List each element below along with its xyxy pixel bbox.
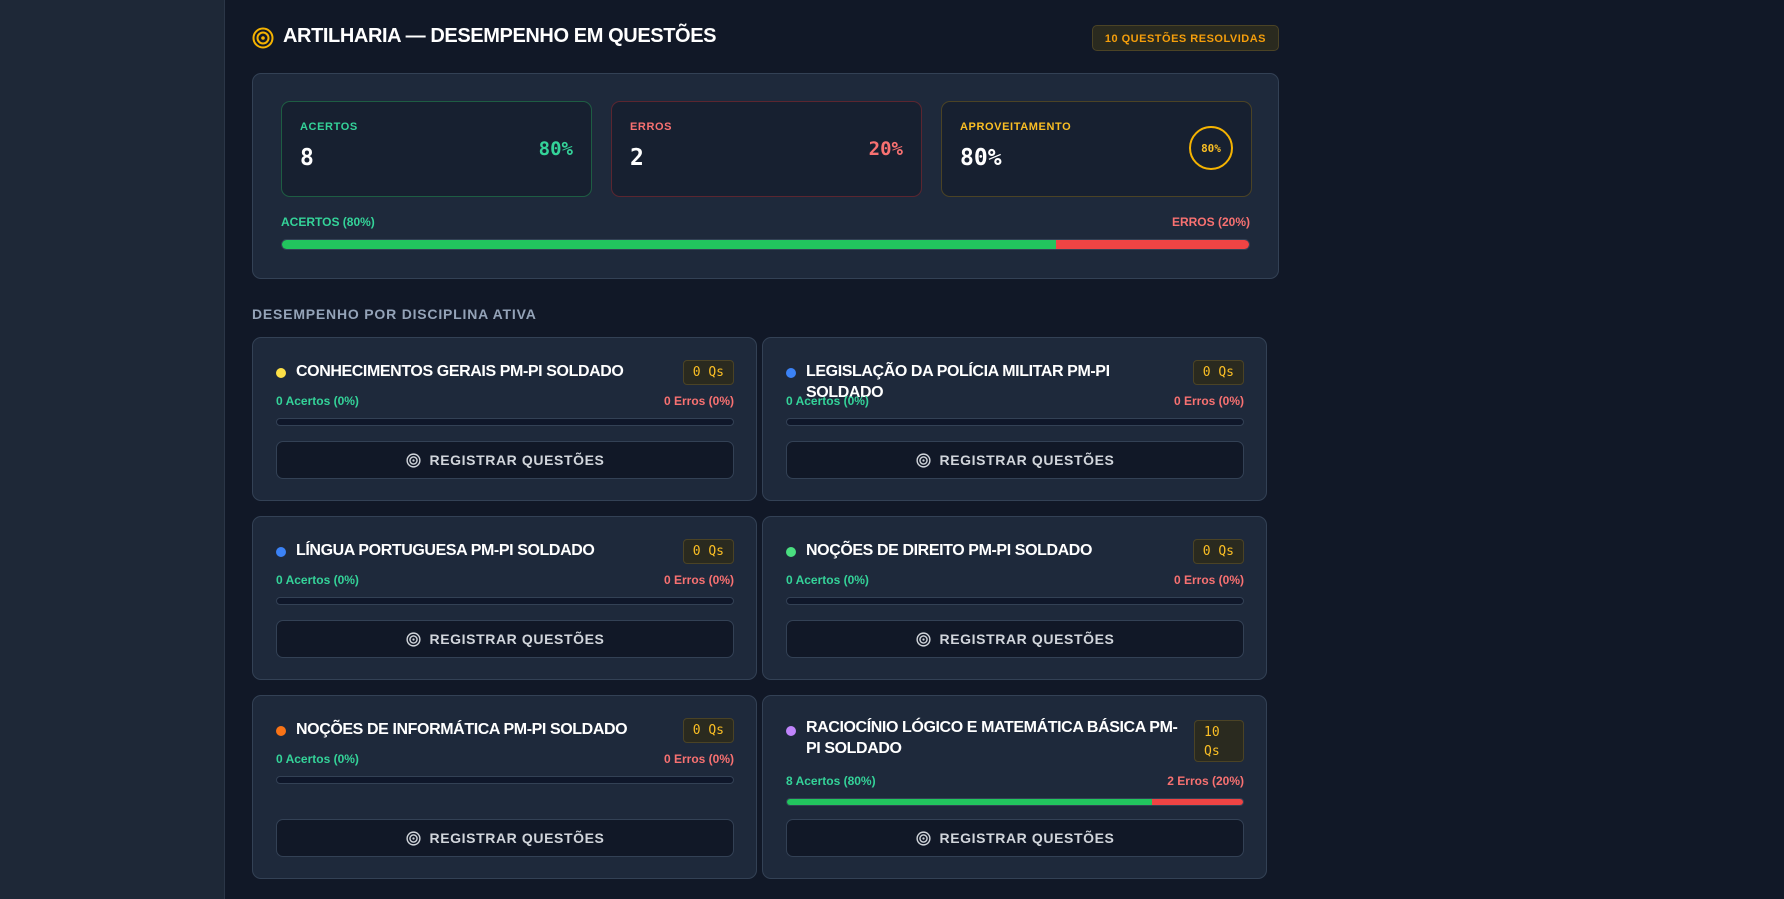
register-questions-button[interactable]: REGISTRAR QUESTÕES bbox=[786, 441, 1244, 479]
rate-card: APROVEITAMENTO 80% 80% bbox=[941, 101, 1252, 197]
rate-value: 80% bbox=[960, 145, 1002, 171]
discipline-errors: 0 Erros (0%) bbox=[1173, 394, 1244, 408]
sidebar bbox=[0, 0, 225, 899]
discipline-progress-bar bbox=[276, 776, 734, 784]
discipline-progress-bar bbox=[276, 597, 734, 605]
discipline-card-raciocinio-logico: RACIOCÍNIO LÓGICO E MATEMÁTICA BÁSICA PM… bbox=[762, 695, 1267, 879]
rate-ring: 80% bbox=[1189, 126, 1233, 170]
overall-errors-segment bbox=[1055, 240, 1249, 249]
discipline-card-nocoes-informatica: NOÇÕES DE INFORMÁTICA PM-PI SOLDADO 0 Qs 0… bbox=[252, 695, 757, 879]
target-icon bbox=[252, 27, 274, 49]
hits-label: ACERTOS bbox=[300, 121, 358, 133]
discipline-title: CONHECIMENTOS GERAIS PM-PI SOLDADO bbox=[296, 363, 624, 380]
legend-hits: ACERTOS (80%) bbox=[281, 215, 375, 229]
register-questions-label: REGISTRAR QUESTÕES bbox=[429, 452, 605, 468]
discipline-errors: 0 Erros (0%) bbox=[663, 752, 734, 766]
section-title: DESEMPENHO POR DISCIPLINA ATIVA bbox=[252, 306, 537, 322]
discipline-hits: 0 Acertos (0%) bbox=[276, 573, 359, 587]
target-icon bbox=[915, 830, 931, 846]
register-questions-label: REGISTRAR QUESTÕES bbox=[429, 830, 605, 846]
questions-solved-badge: 10 QUESTÕES RESOLVIDAS bbox=[1091, 25, 1279, 51]
discipline-hits: 0 Acertos (0%) bbox=[276, 752, 359, 766]
discipline-color-dot bbox=[786, 547, 796, 557]
discipline-errors-segment bbox=[1151, 799, 1243, 805]
discipline-title: LÍNGUA PORTUGUESA PM-PI SOLDADO bbox=[296, 542, 595, 559]
register-questions-button[interactable]: REGISTRAR QUESTÕES bbox=[276, 819, 734, 857]
discipline-card-conhecimentos-gerais: CONHECIMENTOS GERAIS PM-PI SOLDADO 0 Qs 0 … bbox=[252, 337, 757, 501]
discipline-errors: 2 Erros (20%) bbox=[1167, 774, 1244, 788]
discipline-progress-bar bbox=[786, 798, 1244, 806]
question-count-badge: 0 Qs bbox=[682, 539, 734, 564]
discipline-title: NOÇÕES DE INFORMÁTICA PM-PI SOLDADO bbox=[296, 721, 628, 738]
register-questions-button[interactable]: REGISTRAR QUESTÕES bbox=[276, 620, 734, 658]
discipline-title: NOÇÕES DE DIREITO PM-PI SOLDADO bbox=[806, 542, 1092, 559]
register-questions-button[interactable]: REGISTRAR QUESTÕES bbox=[786, 620, 1244, 658]
page-header: ARTILHARIA — DESEMPENHO EM QUESTÕES 10 Q… bbox=[252, 0, 1279, 78]
main-content: ARTILHARIA — DESEMPENHO EM QUESTÕES 10 Q… bbox=[252, 0, 1279, 879]
discipline-color-dot bbox=[786, 368, 796, 378]
summary-panel: ACERTOS 8 80% ERROS 2 20% APROVEITAMENTO… bbox=[252, 73, 1279, 279]
discipline-hits: 0 Acertos (0%) bbox=[786, 573, 869, 587]
discipline-color-dot bbox=[276, 726, 286, 736]
target-icon bbox=[405, 631, 421, 647]
discipline-progress-bar bbox=[276, 418, 734, 426]
hits-percent: 80% bbox=[538, 138, 573, 160]
discipline-color-dot bbox=[786, 726, 796, 736]
errors-percent: 20% bbox=[868, 138, 903, 160]
question-count-badge: 0 Qs bbox=[1192, 360, 1244, 385]
register-questions-label: REGISTRAR QUESTÕES bbox=[939, 452, 1115, 468]
target-icon bbox=[405, 452, 421, 468]
overall-hits-segment bbox=[282, 240, 1056, 249]
discipline-hits: 8 Acertos (80%) bbox=[786, 774, 876, 788]
legend-errors: ERROS (20%) bbox=[1171, 215, 1250, 229]
discipline-color-dot bbox=[276, 368, 286, 378]
register-questions-button[interactable]: REGISTRAR QUESTÕES bbox=[786, 819, 1244, 857]
register-questions-button[interactable]: REGISTRAR QUESTÕES bbox=[276, 441, 734, 479]
discipline-errors: 0 Erros (0%) bbox=[1173, 573, 1244, 587]
target-icon bbox=[915, 631, 931, 647]
discipline-color-dot bbox=[276, 547, 286, 557]
register-questions-label: REGISTRAR QUESTÕES bbox=[939, 830, 1115, 846]
hits-value: 8 bbox=[300, 145, 314, 171]
question-count-badge: 10 Qs bbox=[1194, 720, 1244, 762]
discipline-hits: 0 Acertos (0%) bbox=[276, 394, 359, 408]
discipline-hits-segment bbox=[787, 799, 1152, 805]
question-count-badge: 0 Qs bbox=[1192, 539, 1244, 564]
register-questions-label: REGISTRAR QUESTÕES bbox=[429, 631, 605, 647]
discipline-hits: 0 Acertos (0%) bbox=[786, 394, 869, 408]
errors-value: 2 bbox=[630, 145, 644, 171]
errors-card: ERROS 2 20% bbox=[611, 101, 922, 197]
overall-progress-bar bbox=[281, 239, 1250, 250]
discipline-title: RACIOCÍNIO LÓGICO E MATEMÁTICA BÁSICA PM… bbox=[806, 719, 1178, 757]
discipline-card-nocoes-direito: NOÇÕES DE DIREITO PM-PI SOLDADO 0 Qs 0 Ace… bbox=[762, 516, 1267, 680]
question-count-badge: 0 Qs bbox=[682, 718, 734, 743]
hits-card: ACERTOS 8 80% bbox=[281, 101, 592, 197]
discipline-card-legislacao-pm: LEGISLAÇÃO DA POLÍCIA MILITAR PM-PI SOLD… bbox=[762, 337, 1267, 501]
page-title: ARTILHARIA — DESEMPENHO EM QUESTÕES bbox=[283, 25, 717, 47]
discipline-errors: 0 Erros (0%) bbox=[663, 573, 734, 587]
errors-label: ERROS bbox=[630, 121, 673, 133]
discipline-errors: 0 Erros (0%) bbox=[663, 394, 734, 408]
rate-label: APROVEITAMENTO bbox=[960, 121, 1072, 133]
discipline-progress-bar bbox=[786, 597, 1244, 605]
target-icon bbox=[915, 452, 931, 468]
target-icon bbox=[405, 830, 421, 846]
discipline-progress-bar bbox=[786, 418, 1244, 426]
register-questions-label: REGISTRAR QUESTÕES bbox=[939, 631, 1115, 647]
question-count-badge: 0 Qs bbox=[682, 360, 734, 385]
discipline-card-lingua-portuguesa: LÍNGUA PORTUGUESA PM-PI SOLDADO 0 Qs 0 Ace… bbox=[252, 516, 757, 680]
